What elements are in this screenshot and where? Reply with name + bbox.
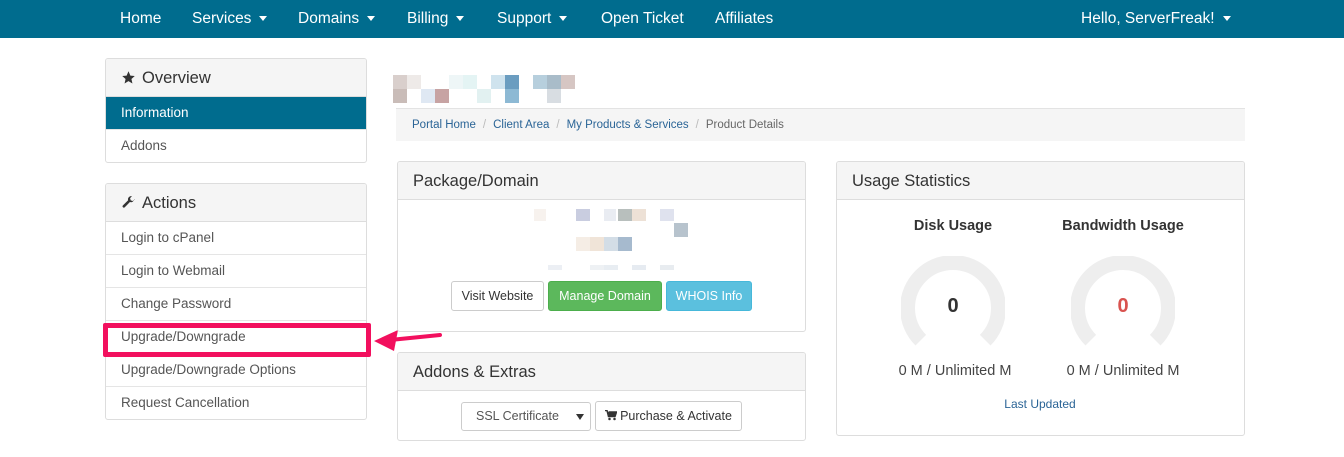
breadcrumb-separator: / (482, 119, 487, 131)
manage-domain-button[interactable]: Manage Domain (548, 281, 662, 311)
purchase-activate-button[interactable]: Purchase & Activate (595, 401, 742, 431)
select-arrow-icon (576, 414, 584, 420)
addon-select-value: SSL Certificate (476, 409, 559, 423)
nav-open-ticket[interactable]: Open Ticket (601, 0, 684, 38)
sidebar-item-label: Login to cPanel (121, 230, 215, 245)
sidebar-item-label: Login to Webmail (121, 263, 226, 278)
sidebar-item-addons[interactable]: Addons (106, 130, 366, 162)
bandwidth-usage-title: Bandwidth Usage (1062, 218, 1184, 234)
sidebar-item-information[interactable]: Information (106, 97, 366, 130)
sidebar-item-label: Request Cancellation (121, 395, 250, 410)
breadcrumb-current: Product Details (705, 119, 784, 131)
sidebar-item-label: Addons (121, 138, 167, 153)
nav-open-ticket-label: Open Ticket (601, 10, 684, 27)
usage-statistics-heading: Usage Statistics (837, 162, 1244, 200)
nav-affiliates-label: Affiliates (715, 10, 774, 27)
caret-down-icon (1222, 16, 1231, 22)
nav-affiliates[interactable]: Affiliates (715, 0, 773, 38)
nav-support-label: Support (497, 10, 552, 27)
addons-extras-heading: Addons & Extras (398, 353, 805, 391)
nav-services-label: Services (192, 10, 252, 27)
disk-usage-text: 0 M / Unlimited M (898, 363, 1012, 379)
disk-usage-value: 0 (947, 295, 959, 317)
star-icon (122, 71, 135, 84)
overview-heading: Overview (106, 59, 366, 97)
manage-domain-label: Manage Domain (559, 289, 651, 303)
nav-user-menu[interactable]: Hello, ServerFreak! (1081, 0, 1231, 38)
breadcrumb-portal-home[interactable]: Portal Home (412, 119, 476, 131)
sidebar-item-login-webmail[interactable]: Login to Webmail (106, 255, 366, 288)
breadcrumb: Portal Home / Client Area / My Products & Se… (396, 109, 1245, 141)
breadcrumb-client-area[interactable]: Client Area (493, 119, 549, 131)
nav-billing[interactable]: Billing (407, 0, 465, 38)
overview-title: Overview (142, 69, 211, 87)
sidebar-item-label: Upgrade/Downgrade Options (121, 362, 296, 377)
addon-select[interactable]: SSL Certificate (461, 402, 591, 431)
sidebar-item-login-cpanel[interactable]: Login to cPanel (106, 222, 366, 255)
purchase-activate-label: Purchase & Activate (620, 409, 732, 423)
caret-down-icon (259, 16, 268, 22)
actions-heading: Actions (106, 184, 366, 222)
breadcrumb-separator: / (556, 119, 560, 131)
sidebar-item-request-cancellation[interactable]: Request Cancellation (106, 387, 366, 419)
nav-billing-label: Billing (407, 10, 449, 27)
overview-panel: Overview Information Addons (105, 58, 367, 163)
breadcrumb-my-products[interactable]: My Products & Services (567, 119, 689, 131)
wrench-icon (122, 196, 135, 208)
actions-title: Actions (142, 194, 197, 212)
shopping-cart-icon (605, 409, 618, 421)
nav-home[interactable]: Home (120, 0, 161, 38)
sidebar-item-upgrade-downgrade-options[interactable]: Upgrade/Downgrade Options (106, 354, 366, 387)
top-navbar: Home Services Domains Billing Support Op… (0, 0, 1344, 38)
sidebar-item-label: Change Password (121, 296, 232, 311)
nav-services[interactable]: Services (192, 0, 268, 38)
breadcrumb-separator: / (695, 119, 699, 131)
visit-website-label: Visit Website (461, 289, 534, 303)
upgrade-highlight-box (103, 323, 371, 357)
disk-usage-title: Disk Usage (913, 218, 993, 234)
package-domain-heading: Package/Domain (398, 162, 805, 200)
caret-down-icon (456, 16, 465, 22)
nav-user-label: Hello, ServerFreak! (1081, 10, 1215, 27)
caret-down-icon (559, 16, 568, 22)
last-updated-link[interactable]: Last Updated (960, 397, 1120, 411)
whois-info-button[interactable]: WHOIS Info (666, 281, 752, 311)
bandwidth-usage-value: 0 (1117, 295, 1129, 317)
nav-home-label: Home (120, 10, 162, 27)
nav-domains[interactable]: Domains (298, 0, 376, 38)
whois-info-label: WHOIS Info (675, 289, 743, 303)
usage-statistics-panel: Usage Statistics (836, 161, 1245, 436)
visit-website-button[interactable]: Visit Website (451, 281, 544, 311)
sidebar-item-label: Information (121, 105, 189, 120)
actions-panel: Actions Login to cPanel Login to Webmail… (105, 183, 367, 420)
nav-domains-label: Domains (298, 10, 360, 27)
bandwidth-usage-text: 0 M / Unlimited M (1066, 363, 1180, 379)
caret-down-icon (367, 16, 376, 22)
sidebar-item-change-password[interactable]: Change Password (106, 288, 366, 321)
nav-support[interactable]: Support (497, 0, 568, 38)
